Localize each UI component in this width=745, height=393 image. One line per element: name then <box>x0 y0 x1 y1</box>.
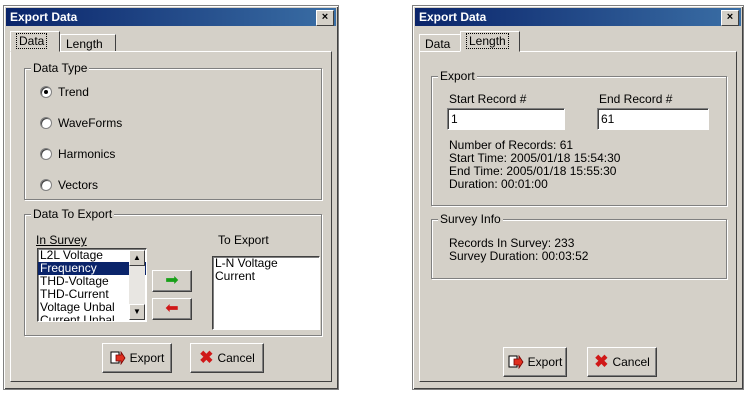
to-export-listbox[interactable]: L-N Voltage Current <box>212 256 320 330</box>
export-data-window-data-tab: Export Data × Data Length Data Type Tren… <box>3 5 339 390</box>
close-button[interactable]: × <box>721 10 739 26</box>
survey-info-legend: Survey Info <box>438 212 503 226</box>
data-type-legend: Data Type <box>31 61 90 75</box>
number-of-records: Number of Records: 61 <box>449 138 574 152</box>
cancel-x-icon: ✖ <box>594 352 609 371</box>
tab-data-label: Data <box>425 37 451 51</box>
to-export-label: To Export <box>218 233 269 247</box>
list-item[interactable]: Current <box>213 270 319 283</box>
remove-from-export-button[interactable]: ⬅ <box>152 298 192 320</box>
radio-waveforms[interactable]: WaveForms <box>40 116 122 130</box>
tab-length-label: Length <box>466 33 509 49</box>
list-scrollbar[interactable]: ▲ ▼ <box>129 250 145 320</box>
window-title: Export Data <box>419 10 487 24</box>
radio-label: Trend <box>58 85 89 99</box>
cancel-label: Cancel <box>217 351 255 365</box>
tab-data[interactable]: Data <box>10 31 60 52</box>
end-record-label: End Record # <box>599 92 673 106</box>
radio-dot <box>40 179 52 191</box>
export-icon <box>110 351 126 365</box>
tab-length[interactable]: Length <box>460 31 520 52</box>
scroll-up-icon[interactable]: ▲ <box>129 250 145 266</box>
tab-data-label: Data <box>16 33 48 49</box>
radio-dot <box>40 117 52 129</box>
arrow-right-icon: ➡ <box>165 272 179 289</box>
start-record-label: Start Record # <box>449 92 527 106</box>
end-record-input[interactable]: 61 <box>597 108 709 130</box>
export-data-window-length-tab: Export Data × Data Length Export Start R… <box>412 5 744 390</box>
window-title: Export Data <box>10 10 78 24</box>
title-bar: Export Data × <box>6 8 336 26</box>
title-bar: Export Data × <box>415 8 741 26</box>
data-to-export-legend: Data To Export <box>31 207 115 221</box>
in-survey-label: In Survey <box>36 233 87 247</box>
in-survey-listbox[interactable]: L2L Voltage Frequency THD-Voltage THD-Cu… <box>37 248 147 322</box>
export-icon <box>508 355 524 369</box>
start-record-input[interactable]: 1 <box>447 108 565 130</box>
export-button[interactable]: Export <box>102 343 172 373</box>
cancel-label: Cancel <box>612 355 650 369</box>
radio-label: Vectors <box>58 178 99 192</box>
radio-label: WaveForms <box>58 116 123 130</box>
radio-harmonics[interactable]: Harmonics <box>40 147 115 161</box>
tab-data[interactable]: Data <box>419 34 461 52</box>
add-to-export-button[interactable]: ➡ <box>152 270 192 292</box>
radio-label: Harmonics <box>58 147 116 161</box>
scroll-down-icon[interactable]: ▼ <box>129 304 145 320</box>
cancel-x-icon: ✖ <box>199 348 214 367</box>
export-label: Export <box>527 355 563 369</box>
duration: Duration: 00:01:00 <box>449 177 548 191</box>
radio-dot <box>40 86 52 98</box>
records-in-survey: Records In Survey: 233 <box>449 236 575 250</box>
export-legend: Export <box>438 69 477 83</box>
export-label: Export <box>129 351 165 365</box>
export-button[interactable]: Export <box>503 347 567 377</box>
end-time: End Time: 2005/01/18 15:55:30 <box>449 164 617 178</box>
radio-dot <box>40 148 52 160</box>
arrow-left-icon: ⬅ <box>165 300 179 317</box>
tab-length[interactable]: Length <box>60 34 116 52</box>
cancel-button[interactable]: ✖ Cancel <box>190 343 264 373</box>
cancel-button[interactable]: ✖ Cancel <box>587 347 657 377</box>
survey-duration: Survey Duration: 00:03:52 <box>449 249 589 263</box>
close-button[interactable]: × <box>316 10 334 26</box>
radio-trend[interactable]: Trend <box>40 85 89 99</box>
start-time: Start Time: 2005/01/18 15:54:30 <box>449 151 621 165</box>
radio-vectors[interactable]: Vectors <box>40 178 98 192</box>
tab-length-label: Length <box>66 37 103 51</box>
